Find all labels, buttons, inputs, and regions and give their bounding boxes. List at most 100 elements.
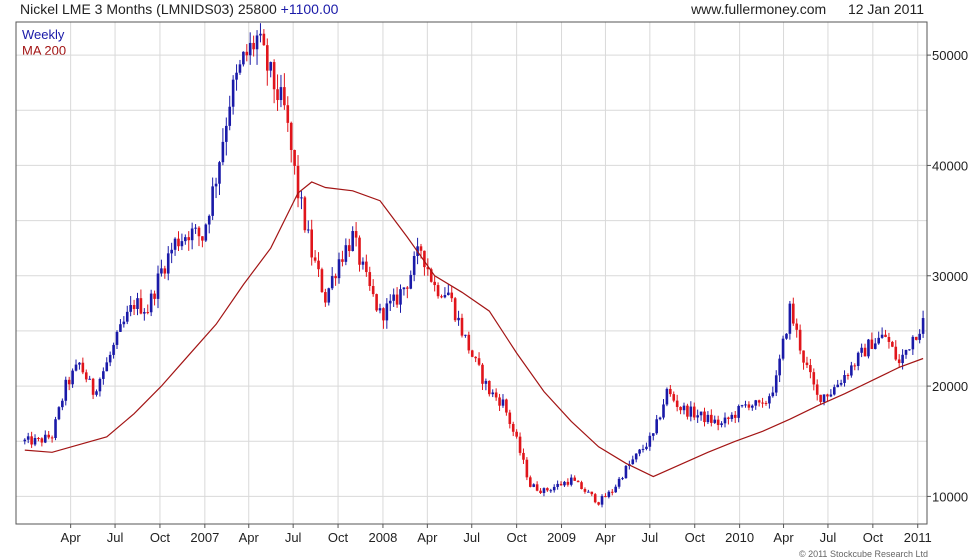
price-bar-body <box>136 298 139 309</box>
x-tick-label: Apr <box>61 530 82 545</box>
price-bar-body <box>211 186 214 216</box>
price-bar-body <box>334 276 337 279</box>
x-tick-label: Apr <box>773 530 794 545</box>
y-tick-label: 30000 <box>932 269 968 284</box>
price-bar-body <box>696 415 699 418</box>
price-bar-body <box>81 362 85 373</box>
price-bar-body <box>180 241 184 247</box>
price-bar-body <box>546 488 549 491</box>
price-bar-body <box>873 343 877 349</box>
price-bar-body <box>870 339 874 349</box>
price-bar-body <box>505 399 508 413</box>
price-bar-body <box>549 490 553 492</box>
price-bar-body <box>853 365 857 367</box>
price-bar-body <box>587 491 590 493</box>
price-bar-body <box>317 260 320 270</box>
price-bar-body <box>884 334 887 337</box>
x-tick-label: Jul <box>463 530 480 545</box>
price-bar-body <box>221 141 225 163</box>
price-bar-body <box>115 331 119 345</box>
price-bar-body <box>228 106 232 126</box>
x-tick-label: 2009 <box>547 530 576 545</box>
price-bar-body <box>262 33 266 46</box>
price-bar-body <box>330 276 334 289</box>
price-bar-body <box>26 436 30 440</box>
price-bar-body <box>539 490 542 493</box>
price-bar-body <box>556 483 559 487</box>
price-bar-body <box>894 346 898 360</box>
price-bar-body <box>850 365 853 376</box>
price-bar-body <box>710 414 713 423</box>
x-tick-label: 2008 <box>368 530 397 545</box>
price-bar-body <box>491 392 495 395</box>
price-bar-body <box>447 292 450 296</box>
price-bar-body <box>525 459 529 478</box>
price-bar-body <box>57 407 61 420</box>
price-bar-body <box>785 333 788 339</box>
price-bar-body <box>559 483 563 486</box>
price-bar-body <box>33 438 37 445</box>
price-bar-body <box>501 399 505 406</box>
x-tick-label: Oct <box>507 530 528 545</box>
price-bar-body <box>371 286 375 295</box>
price-bar-body <box>310 229 313 258</box>
price-bar-body <box>173 238 177 250</box>
price-bar-body <box>716 419 720 426</box>
price-bar-body <box>488 380 491 395</box>
price-bar-body <box>682 405 686 411</box>
price-bar-body <box>50 437 54 439</box>
price-bar-body <box>590 491 594 495</box>
price-bar-body <box>624 465 628 479</box>
price-bar-body <box>272 62 276 90</box>
price-bar-body <box>638 449 641 454</box>
price-bar-body <box>754 400 758 406</box>
price-bar-body <box>542 488 546 493</box>
x-tick-label: Jul <box>642 530 659 545</box>
price-bar-body <box>484 380 488 384</box>
price-bar-body <box>921 318 925 334</box>
price-bar-body <box>112 344 115 355</box>
price-bar-body <box>908 349 911 351</box>
price-bar-body <box>146 312 150 314</box>
price-bar-body <box>669 388 672 395</box>
price-bar-body <box>177 238 180 247</box>
price-bar-body <box>170 249 173 254</box>
price-bar-body <box>344 245 348 262</box>
price-bar-body <box>30 436 33 445</box>
price-bar-body <box>64 379 68 401</box>
price-bar-body <box>672 394 676 401</box>
price-bar-body <box>436 285 440 297</box>
price-bar-body <box>477 358 481 365</box>
price-bar-body <box>829 394 833 397</box>
price-bar-body <box>877 337 880 344</box>
price-bar-body <box>412 256 416 275</box>
price-bar-body <box>812 372 816 385</box>
price-bar-body <box>730 414 734 419</box>
x-tick-label: Jul <box>107 530 124 545</box>
price-bar-body <box>91 378 95 395</box>
price-bar-body <box>341 259 344 262</box>
price-bar-body <box>313 257 317 261</box>
price-bar-body <box>320 269 324 293</box>
price-bar-body <box>733 414 737 418</box>
price-bar-body <box>918 333 921 340</box>
price-bar-body <box>156 273 160 299</box>
x-tick-label: 2010 <box>725 530 754 545</box>
price-bar-body <box>911 336 915 350</box>
price-bar-body <box>143 312 146 314</box>
price-bar-body <box>252 42 255 50</box>
price-bar-body <box>71 370 74 385</box>
x-tick-label: 2007 <box>190 530 219 545</box>
price-bar-body <box>324 292 327 303</box>
y-tick-label: 50000 <box>932 48 968 63</box>
price-bar-body <box>231 79 235 107</box>
price-bar-body <box>61 400 64 408</box>
price-bar-body <box>187 237 191 241</box>
price-bar-body <box>600 496 604 505</box>
price-bar-body <box>689 406 693 417</box>
price-bar-body <box>149 293 153 313</box>
price-bar-body <box>289 122 293 151</box>
price-bar-body <box>511 423 515 432</box>
price-bar-body <box>764 402 768 404</box>
price-bar-body <box>337 259 341 279</box>
